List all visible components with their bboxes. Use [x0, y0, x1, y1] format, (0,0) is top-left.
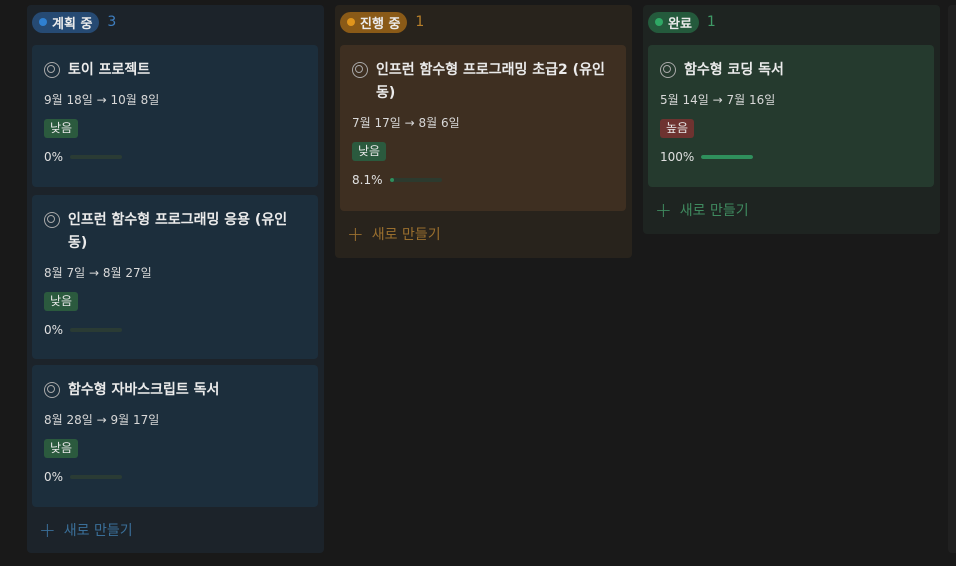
card-title: 인프런 함수형 프로그래밍 초급2 (유인동) [352, 59, 614, 105]
status-label: 완료 [668, 16, 692, 32]
card[interactable]: 인프런 함수형 프로그래밍 응용 (유인동) 8월 7일 → 8월 27일 낮음… [32, 195, 318, 359]
card-title-text: 인프런 함수형 프로그래밍 초급2 (유인동) [376, 62, 605, 101]
plus-icon: + [347, 222, 364, 246]
progress-value: 0% [44, 470, 64, 484]
target-icon [44, 212, 60, 228]
plus-icon: + [39, 518, 56, 542]
card-date: 7월 17일 → 8월 6일 [352, 116, 460, 130]
card-count: 1 [415, 14, 425, 30]
card-title: 인프런 함수형 프로그래밍 응용 (유인동) [44, 209, 306, 255]
column-planned: 계획 중 3 토이 프로젝트 9월 18일 → 10월 8일 낮음 0% 인프런… [27, 5, 324, 553]
card-title: 함수형 자바스크립트 독서 [44, 379, 306, 402]
progress: 0% [44, 470, 306, 484]
new-card-label: 새로 만들기 [679, 203, 749, 219]
new-card-button[interactable]: + 새로 만들기 [655, 200, 749, 220]
card[interactable]: 토이 프로젝트 9월 18일 → 10월 8일 낮음 0% [32, 45, 318, 187]
next-column-edge [948, 5, 956, 553]
card-title: 토이 프로젝트 [44, 59, 306, 82]
card-count: 3 [107, 14, 117, 30]
target-icon [44, 62, 60, 78]
new-card-button[interactable]: + 새로 만들기 [39, 520, 133, 540]
new-card-label: 새로 만들기 [63, 523, 133, 539]
status-dot-icon [655, 18, 663, 26]
progress-value: 0% [44, 323, 64, 337]
card-title-text: 인프런 함수형 프로그래밍 응용 (유인동) [68, 212, 288, 251]
priority-badge: 낮음 [44, 119, 79, 138]
card-date: 8월 7일 → 8월 27일 [44, 266, 152, 280]
target-icon [660, 62, 676, 78]
target-icon [44, 382, 60, 398]
status-label: 진행 중 [360, 16, 401, 32]
progress: 0% [44, 323, 306, 337]
progress-bar [701, 155, 754, 159]
priority-badge: 낮음 [44, 439, 79, 458]
new-card-button[interactable]: + 새로 만들기 [347, 224, 441, 244]
status-dot-icon [347, 18, 355, 26]
progress-value: 100% [660, 150, 695, 164]
column-header: 진행 중 1 [335, 5, 632, 39]
column-in-progress: 진행 중 1 인프런 함수형 프로그래밍 초급2 (유인동) 7월 17일 → … [335, 5, 632, 258]
card-date: 5월 14일 → 7월 16일 [660, 93, 776, 107]
card-title-text: 토이 프로젝트 [68, 62, 151, 78]
priority-badge: 높음 [660, 119, 695, 138]
progress-bar [70, 155, 123, 159]
progress: 100% [660, 150, 922, 164]
priority-badge: 낮음 [44, 292, 79, 311]
card[interactable]: 함수형 자바스크립트 독서 8월 28일 → 9월 17일 낮음 0% [32, 365, 318, 507]
status-badge[interactable]: 완료 [648, 11, 699, 33]
status-badge[interactable]: 계획 중 [32, 11, 100, 33]
new-card-label: 새로 만들기 [371, 227, 441, 243]
card[interactable]: 함수형 코딩 독서 5월 14일 → 7월 16일 높음 100% [648, 45, 934, 187]
column-header: 계획 중 3 [27, 5, 324, 39]
progress-bar [70, 328, 123, 332]
status-dot-icon [39, 18, 47, 26]
column-header: 완료 1 [643, 5, 940, 39]
status-badge[interactable]: 진행 중 [340, 11, 408, 33]
card-title-text: 함수형 자바스크립트 독서 [68, 382, 220, 398]
progress: 0% [44, 150, 306, 164]
card-date: 9월 18일 → 10월 8일 [44, 93, 160, 107]
card-title: 함수형 코딩 독서 [660, 59, 922, 82]
card[interactable]: 인프런 함수형 프로그래밍 초급2 (유인동) 7월 17일 → 8월 6일 낮… [340, 45, 626, 211]
column-done: 완료 1 함수형 코딩 독서 5월 14일 → 7월 16일 높음 100% +… [643, 5, 940, 234]
card-count: 1 [706, 14, 716, 30]
progress-bar [389, 178, 442, 182]
card-date: 8월 28일 → 9월 17일 [44, 413, 160, 427]
progress-value: 0% [44, 150, 64, 164]
card-title-text: 함수형 코딩 독서 [684, 62, 784, 78]
progress: 8.1% [352, 173, 614, 187]
kanban-board: 계획 중 3 토이 프로젝트 9월 18일 → 10월 8일 낮음 0% 인프런… [0, 0, 956, 566]
plus-icon: + [655, 198, 672, 222]
progress-value: 8.1% [352, 173, 383, 187]
status-label: 계획 중 [52, 16, 93, 32]
progress-bar [70, 475, 123, 479]
target-icon [352, 62, 368, 78]
priority-badge: 낮음 [352, 142, 387, 161]
